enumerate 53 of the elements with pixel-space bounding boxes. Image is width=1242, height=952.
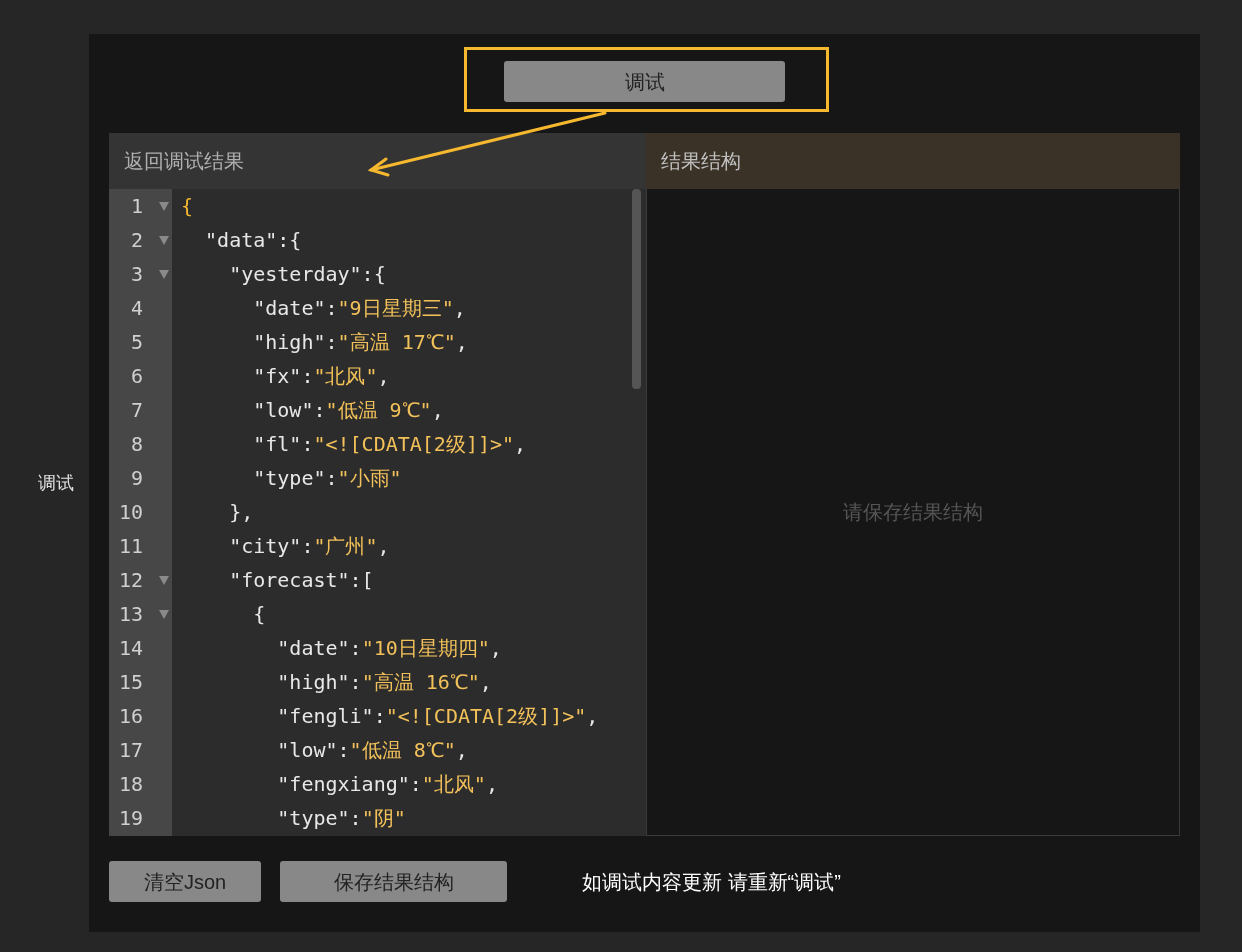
code-line: "date":"9日星期三", [252,295,466,322]
fold-triangle-icon[interactable] [159,201,169,211]
fold-triangle-icon[interactable] [159,575,169,585]
code-line: "data":{ [204,227,302,254]
code-line: "city":"广州", [228,533,390,560]
line-number: 4 [129,295,143,322]
side-label: 调试 [38,471,74,495]
code-line: "fl":"<![CDATA[2级]]>", [252,431,527,458]
panel-title: 返回调试结果 [124,149,244,174]
debug-button[interactable]: 调试 [504,61,785,102]
scrollbar-thumb[interactable] [632,189,641,389]
line-number: 2 [129,227,143,254]
line-number: 8 [129,431,143,458]
line-number: 10 [117,499,143,526]
code-line: "low":"低温 8℃", [276,737,468,764]
line-number: 13 [117,601,143,628]
code-line: { [252,601,266,628]
line-number: 1 [129,193,143,220]
line-number: 19 [117,805,143,832]
code-line: "high":"高温 17℃", [252,329,468,356]
line-number: 12 [117,567,143,594]
code-line: "type":"阴" [276,805,406,832]
code-line: "low":"低温 9℃", [252,397,444,424]
code-editor[interactable] [172,189,646,836]
action-button[interactable]: 保存结果结构 [280,861,507,902]
line-number: 6 [129,363,143,390]
code-line: "yesterday":{ [228,261,386,288]
line-number: 11 [117,533,143,560]
line-number: 9 [129,465,143,492]
code-line: "forecast":[ [228,567,374,594]
code-line: "fengli":"<![CDATA[2级]]>", [276,703,599,730]
hint-text: 如调试内容更新 请重新“调试” [582,869,841,895]
code-line: "fengxiang":"北风", [276,771,498,798]
code-line: "fx":"北风", [252,363,390,390]
fold-triangle-icon[interactable] [159,235,169,245]
code-line: { [181,193,194,220]
line-number: 18 [117,771,143,798]
line-number: 5 [129,329,143,356]
line-number: 16 [117,703,143,730]
line-number: 3 [129,261,143,288]
code-line: "date":"10日星期四", [276,635,502,662]
result-field: 请保存结果结构 [646,189,1180,836]
code-line: "high":"高温 16℃", [276,669,492,696]
line-number: 7 [129,397,143,424]
fold-triangle-icon[interactable] [159,269,169,279]
code-line: "type":"小雨" [252,465,402,492]
panel-title: 结果结构 [661,149,741,174]
action-button[interactable]: 清空Json [109,861,261,902]
line-number: 15 [117,669,143,696]
code-line: }, [228,499,254,526]
line-number: 14 [117,635,143,662]
line-number: 17 [117,737,143,764]
fold-triangle-icon[interactable] [159,609,169,619]
